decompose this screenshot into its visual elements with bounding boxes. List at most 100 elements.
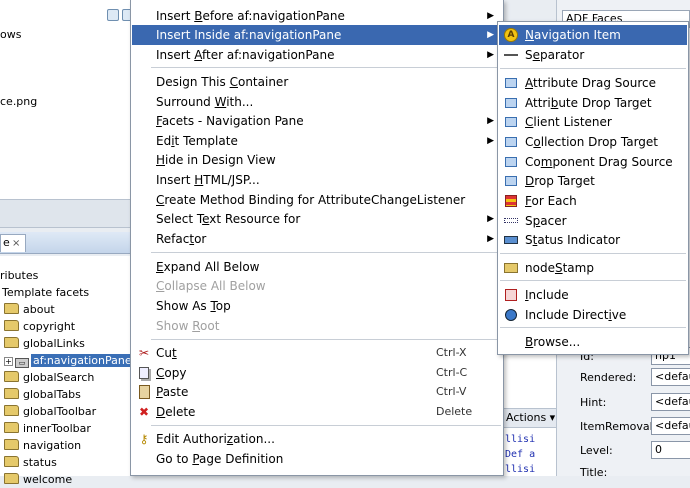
submenu-item-status-indicator[interactable]: Status Indicator [499, 230, 687, 250]
code-line: llisi [505, 434, 536, 445]
menu-item-insert-before[interactable]: Insert Before af:navigationPane ▶ [132, 6, 502, 26]
navigation-pane-icon: ▭ [15, 358, 29, 368]
submenu-arrow-icon: ▶ [487, 50, 494, 60]
submenu-item-browse[interactable]: Browse... [499, 332, 687, 352]
menu-item-create-method-binding[interactable]: Create Method Binding for AttributeChang… [132, 190, 502, 210]
menu-separator [151, 339, 501, 340]
tree-item[interactable]: ributes [0, 268, 38, 284]
tree-item[interactable]: about [4, 302, 55, 318]
attribute-drop-target-icon [503, 95, 519, 111]
structure-tree: ributes Template facets about copyright … [0, 256, 134, 486]
attribute-drag-source-icon [503, 75, 519, 91]
tab-structure-label: e [3, 236, 10, 249]
folder-icon [4, 320, 19, 331]
tree-item[interactable]: welcome [4, 472, 72, 488]
context-menu: Insert Before af:navigationPane ▶ Insert … [130, 0, 504, 476]
submenu-item-client-listener[interactable]: Client Listener [499, 112, 687, 132]
submenu-item-include[interactable]: Include [499, 285, 687, 305]
shortcut-label: Ctrl-V [436, 385, 467, 398]
expand-icon[interactable]: + [4, 357, 13, 366]
folder-icon [4, 473, 19, 484]
menu-separator [151, 425, 501, 426]
property-value[interactable]: <default> [651, 393, 690, 411]
tree-item[interactable]: globalSearch [4, 370, 94, 386]
menu-item-delete[interactable]: ✖ Delete Delete [132, 402, 502, 422]
submenu-item-collection-drop-target[interactable]: Collection Drop Target [499, 132, 687, 152]
submenu-item-for-each[interactable]: For Each [499, 191, 687, 211]
menu-item-cut[interactable]: ✂ Cut Ctrl-X [132, 343, 502, 363]
spacer-icon [503, 213, 519, 229]
navigation-item-icon: A [503, 27, 519, 43]
menu-item-expand-all-below[interactable]: Expand All Below [132, 257, 502, 277]
tree-item[interactable]: innerToolbar [4, 421, 91, 437]
menu-item-insert-inside[interactable]: Insert Inside af:navigationPane ▶ [132, 25, 502, 45]
property-label: Rendered: [580, 371, 637, 384]
menu-item-facets[interactable]: Facets - Navigation Pane ▶ [132, 111, 502, 131]
submenu-item-nodestamp[interactable]: nodeStamp [499, 258, 687, 278]
property-label: Hint: [580, 396, 607, 409]
submenu-item-separator[interactable]: Separator [499, 45, 687, 65]
submenu-item-drop-target[interactable]: Drop Target [499, 171, 687, 191]
folder-icon [4, 405, 19, 416]
tree-item[interactable]: globalTabs [4, 387, 81, 403]
tree-item[interactable]: globalToolbar [4, 404, 96, 420]
menu-item-select-text-resource[interactable]: Select Text Resource for ▶ [132, 209, 502, 229]
submenu-item-include-directive[interactable]: Include Directive [499, 305, 687, 325]
submenu-item-attribute-drop-target[interactable]: Attribute Drop Target [499, 93, 687, 113]
property-value[interactable]: 0 [651, 441, 690, 459]
copy-icon [136, 365, 152, 381]
submenu-arrow-icon: ▶ [487, 30, 494, 40]
menu-item-show-as-top[interactable]: Show As Top [132, 296, 502, 316]
tree-item[interactable]: status [4, 455, 57, 471]
folder-icon [4, 388, 19, 399]
collection-drop-target-icon [503, 134, 519, 150]
drop-target-icon [503, 173, 519, 189]
menu-item-go-to-page-definition[interactable]: Go to Page Definition [132, 449, 502, 469]
menu-item-insert-after[interactable]: Insert After af:navigationPane ▶ [132, 45, 502, 65]
menu-separator [500, 253, 686, 254]
separator-icon [503, 47, 519, 63]
property-label: Level: [580, 444, 613, 457]
tab-structure[interactable]: e × [0, 234, 26, 252]
submenu-item-spacer[interactable]: Spacer [499, 211, 687, 231]
submenu-arrow-icon: ▶ [487, 234, 494, 244]
tree-item[interactable]: navigation [4, 438, 81, 454]
search-icon[interactable] [107, 9, 119, 21]
close-icon[interactable]: × [12, 236, 20, 252]
property-value[interactable]: <default> [651, 368, 690, 386]
property-value[interactable]: <default> [651, 417, 690, 435]
menu-item-surround-with[interactable]: Surround With... [132, 92, 502, 112]
menu-item-show-root: Show Root [156, 319, 220, 333]
menu-item-paste[interactable]: Paste Ctrl-V [132, 382, 502, 402]
menu-item-insert-html-jsp[interactable]: Insert HTML/JSP... [132, 170, 502, 190]
property-label: Title: [580, 466, 608, 479]
menu-item-edit-authorization[interactable]: ⚷ Edit Authorization... [132, 429, 502, 449]
actions-dropdown[interactable]: Actions ▾ [503, 408, 556, 428]
menu-separator [500, 280, 686, 281]
menu-item-design-this-container[interactable]: Design This Container [132, 72, 502, 92]
menu-item-collapse-all-below: Collapse All Below [156, 279, 266, 293]
tree-item[interactable]: Template facets [2, 285, 89, 301]
paste-icon [136, 384, 152, 400]
submenu-item-component-drag-source[interactable]: Component Drag Source [499, 152, 687, 172]
menu-separator [151, 67, 501, 68]
menu-separator [500, 68, 686, 69]
tree-item[interactable]: globalLinks [4, 336, 85, 352]
key-icon: ⚷ [139, 432, 149, 446]
tree-item-selected[interactable]: + ▭ af:navigationPane [4, 353, 134, 369]
menu-item-copy[interactable]: Copy Ctrl-C [132, 363, 502, 383]
tree-item[interactable]: copyright [4, 319, 75, 335]
folder-icon [4, 371, 19, 382]
folder-icon [4, 422, 19, 433]
submenu-arrow-icon: ▶ [487, 214, 494, 224]
folder-icon [4, 303, 19, 314]
menu-item-refactor[interactable]: Refactor ▶ [132, 229, 502, 249]
submenu-item-navigation-item[interactable]: A Navigation Item [499, 25, 687, 45]
code-line: llisi [505, 464, 536, 475]
menu-item-hide-in-design-view[interactable]: Hide in Design View [132, 150, 502, 170]
status-indicator-icon [503, 232, 519, 248]
menu-item-edit-template[interactable]: Edit Template ▶ [132, 131, 502, 151]
submenu-item-attribute-drag-source[interactable]: Attribute Drag Source [499, 73, 687, 93]
navigator-text-fragment: ows [0, 28, 22, 41]
include-icon [503, 287, 519, 303]
